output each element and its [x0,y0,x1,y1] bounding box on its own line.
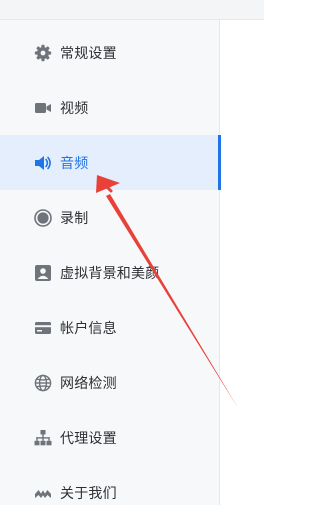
sidebar-item-label: 网络检测 [60,375,117,392]
settings-sidebar: 常规设置 视频 音频 录制 虚拟背景和美颜 帐户信息 网络检测 代理设置 关于我… [0,20,221,505]
card-icon [34,319,52,337]
sidebar-item-label: 代理设置 [60,430,117,447]
sidebar-item-proxy-settings[interactable]: 代理设置 [0,410,220,465]
sidebar-item-label: 视频 [60,100,89,117]
sidebar-item-label: 录制 [60,210,89,227]
sidebar-item-label: 常规设置 [60,45,117,62]
sidebar-item-network-test[interactable]: 网络检测 [0,355,220,410]
sidebar-item-general-settings[interactable]: 常规设置 [0,25,220,80]
record-icon [34,208,52,227]
portrait-icon [34,264,52,282]
gear-icon [34,44,52,62]
sidebar-item-label: 音频 [60,155,89,172]
speaker-icon [34,154,52,172]
network-tree-icon [34,429,52,447]
sidebar-item-about-us[interactable]: 关于我们 [0,465,220,520]
globe-icon [34,374,52,392]
crown-icon [34,484,52,502]
settings-content-panel [221,20,264,505]
sidebar-item-virtual-background[interactable]: 虚拟背景和美颜 [0,245,220,300]
sidebar-item-video[interactable]: 视频 [0,80,220,135]
sidebar-item-audio[interactable]: 音频 [0,135,221,190]
sidebar-item-account-info[interactable]: 帐户信息 [0,300,220,355]
window-top-bar [0,0,264,20]
sidebar-item-recording[interactable]: 录制 [0,190,220,245]
sidebar-item-label: 关于我们 [60,485,117,502]
sidebar-item-label: 帐户信息 [60,320,117,337]
sidebar-item-label: 虚拟背景和美颜 [60,265,160,282]
video-camera-icon [34,99,52,117]
